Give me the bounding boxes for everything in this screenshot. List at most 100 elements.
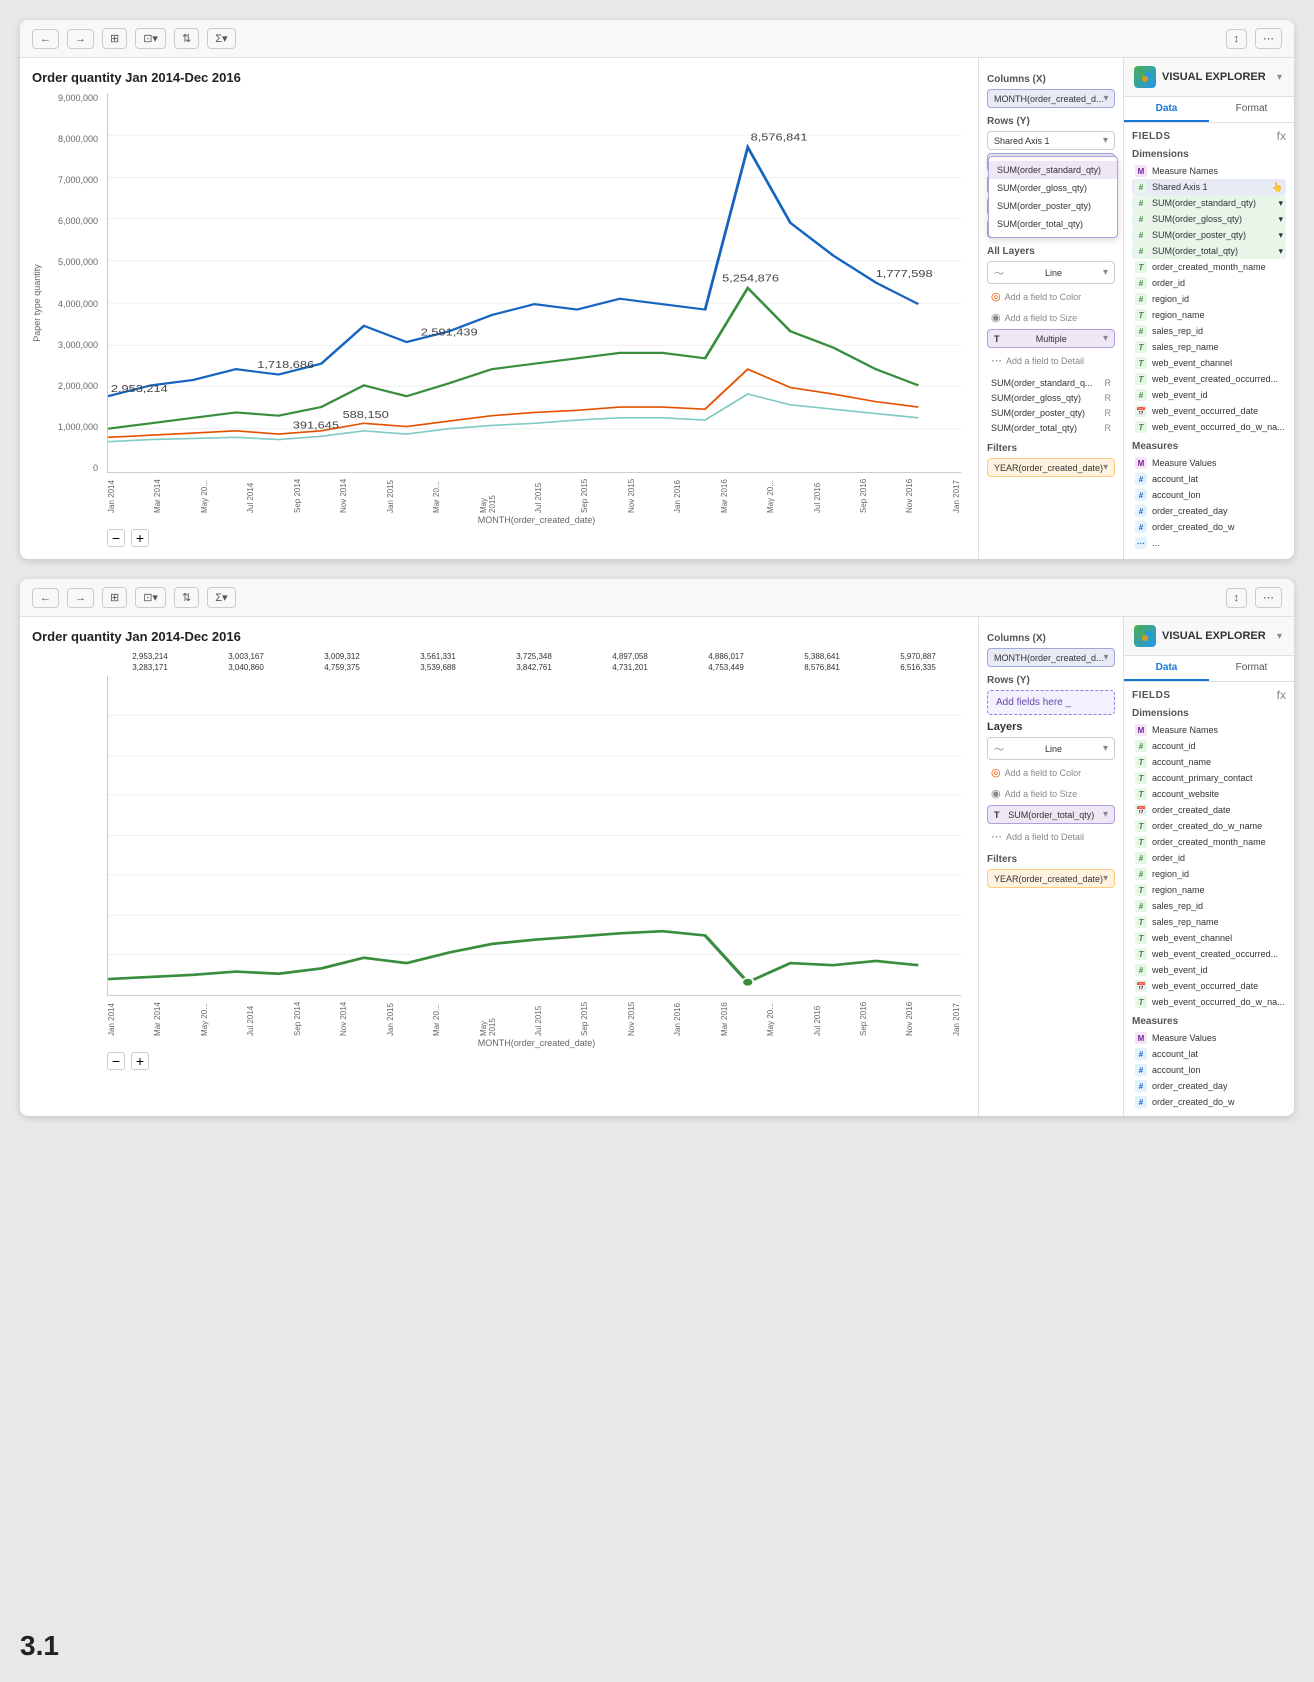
view-btn-2[interactable]: ⊞ xyxy=(102,587,127,608)
more-btn-2[interactable]: ⋯ xyxy=(1255,587,1282,608)
tab-format-1[interactable]: Format xyxy=(1209,97,1294,122)
field-web-channel-2[interactable]: T web_event_channel xyxy=(1132,930,1286,946)
field-order-gloss-1[interactable]: # SUM(order_gloss_qty) ▾ xyxy=(1132,211,1286,227)
field-web-id-1[interactable]: # web_event_id xyxy=(1132,387,1286,403)
forward-btn-2[interactable]: → xyxy=(67,588,94,608)
field-account-id-2[interactable]: # account_id xyxy=(1132,738,1286,754)
layer-type-1[interactable]: 〜 Line ▾ xyxy=(987,261,1115,284)
forward-btn-1[interactable]: → xyxy=(67,29,94,49)
sum-measure-row-4[interactable]: SUM(order_total_qty) R xyxy=(987,421,1115,435)
zoom-minus-2[interactable]: − xyxy=(107,1052,125,1070)
field-measure-values-2[interactable]: M Measure Values xyxy=(1132,1030,1286,1046)
more-btn-1[interactable]: ⋯ xyxy=(1255,28,1282,49)
add-detail-1[interactable]: ⋯ Add a field to Detail xyxy=(987,351,1115,370)
field-web-dow-1[interactable]: T web_event_occurred_do_w_na... xyxy=(1132,419,1286,435)
field-order-id-1[interactable]: # order_id xyxy=(1132,275,1286,291)
field-order-poster-1[interactable]: # SUM(order_poster_qty) ▾ xyxy=(1132,227,1286,243)
rows-add-field-2[interactable]: Add fields here _ xyxy=(987,690,1115,715)
columns-pill-1[interactable]: MONTH(order_created_d... ▾ xyxy=(987,89,1115,108)
field-order-created-day-1[interactable]: # order_created_day xyxy=(1132,503,1286,519)
columns-pill-2[interactable]: MONTH(order_created_d... ▾ xyxy=(987,648,1115,667)
tab-data-1[interactable]: Data xyxy=(1124,97,1209,122)
back-btn-2[interactable]: ← xyxy=(32,588,59,608)
field-account-website-2[interactable]: T account_website xyxy=(1132,786,1286,802)
field-web-date-2[interactable]: 📅 web_event_occurred_date xyxy=(1132,978,1286,994)
edit-btn-2[interactable]: ⊡▾ xyxy=(135,587,166,608)
shared-axis-box-1[interactable]: Shared Axis 1 ▾ SUM(order_standard_qty) … xyxy=(987,131,1115,150)
zoom-plus-1[interactable]: + xyxy=(131,529,149,547)
filter-pill-2[interactable]: YEAR(order_created_date) ▾ xyxy=(987,869,1115,888)
edit-btn-1[interactable]: ⊡▾ xyxy=(135,28,166,49)
sort-btn-2[interactable]: ⇅ xyxy=(174,587,199,608)
field-web-created-2[interactable]: T web_event_created_occurred... xyxy=(1132,946,1286,962)
view-btn-1[interactable]: ⊞ xyxy=(102,28,127,49)
fields-func-btn-2[interactable]: fx xyxy=(1277,688,1286,702)
field-order-created-day-2[interactable]: # order_created_day xyxy=(1132,1078,1286,1094)
chart-plot-1[interactable]: 8,576,841 5,254,876 2,953,214 2,591,439 … xyxy=(107,93,961,473)
fields-func-btn-1[interactable]: fx xyxy=(1277,129,1286,143)
field-measure-names-1[interactable]: M Measure Names xyxy=(1132,163,1286,179)
arrange-btn-2[interactable]: ↕ xyxy=(1226,588,1248,608)
field-more-1[interactable]: ··· ... xyxy=(1132,535,1286,551)
back-btn-1[interactable]: ← xyxy=(32,29,59,49)
sum-btn-1[interactable]: Σ▾ xyxy=(207,28,235,49)
sum-measure-row-2[interactable]: SUM(order_gloss_qty) R xyxy=(987,391,1115,405)
add-size-2[interactable]: ◉ Add a field to Size xyxy=(987,784,1115,803)
field-order-created-dow-2[interactable]: # order_created_do_w xyxy=(1132,1094,1286,1110)
tab-data-2[interactable]: Data xyxy=(1124,656,1209,681)
field-sales-rep-id-1[interactable]: # sales_rep_id xyxy=(1132,323,1286,339)
field-order-total-1[interactable]: # SUM(order_total_qty) ▾ xyxy=(1132,243,1286,259)
field-measure-names-2[interactable]: M Measure Names xyxy=(1132,722,1286,738)
field-order-created-dow-1[interactable]: # order_created_do_w xyxy=(1132,519,1286,535)
add-detail-2[interactable]: ⋯ Add a field to Detail xyxy=(987,827,1115,846)
field-region-name-1[interactable]: T region_name xyxy=(1132,307,1286,323)
chart-plot-2[interactable] xyxy=(107,676,961,996)
field-shared-axis-1[interactable]: # Shared Axis 1 👆 xyxy=(1132,179,1286,195)
explorer-menu-2[interactable]: ▾ xyxy=(1275,631,1284,642)
text-field-1[interactable]: T Multiple ▾ xyxy=(987,329,1115,348)
tab-format-2[interactable]: Format xyxy=(1209,656,1294,681)
text-field-2[interactable]: T SUM(order_total_qty) ▾ xyxy=(987,805,1115,824)
field-web-id-2[interactable]: # web_event_id xyxy=(1132,962,1286,978)
filter-pill-1[interactable]: YEAR(order_created_date) ▾ xyxy=(987,458,1115,477)
field-order-id-2[interactable]: # order_id xyxy=(1132,850,1286,866)
field-web-created-1[interactable]: T web_event_created_occurred... xyxy=(1132,371,1286,387)
add-color-2[interactable]: ◎ Add a field to Color xyxy=(987,763,1115,782)
field-region-name-2[interactable]: T region_name xyxy=(1132,882,1286,898)
shared-axis-item-3[interactable]: SUM(order_poster_qty) xyxy=(989,197,1117,215)
field-account-name-2[interactable]: T account_name xyxy=(1132,754,1286,770)
field-order-standard-1[interactable]: # SUM(order_standard_qty) ▾ xyxy=(1132,195,1286,211)
field-region-id-2[interactable]: # region_id xyxy=(1132,866,1286,882)
field-month-name-1[interactable]: T order_created_month_name xyxy=(1132,259,1286,275)
field-account-lat-2[interactable]: # account_lat xyxy=(1132,1046,1286,1062)
field-order-created-dow-name-2[interactable]: T order_created_do_w_name xyxy=(1132,818,1286,834)
field-web-date-1[interactable]: 📅 web_event_occurred_date xyxy=(1132,403,1286,419)
shared-axis-item-4[interactable]: SUM(order_total_qty) xyxy=(989,215,1117,233)
field-account-contact-2[interactable]: T account_primary_contact xyxy=(1132,770,1286,786)
arrange-btn-1[interactable]: ↕ xyxy=(1226,29,1248,49)
shared-axis-item-1[interactable]: SUM(order_standard_qty) xyxy=(989,161,1117,179)
zoom-minus-1[interactable]: − xyxy=(107,529,125,547)
add-color-1[interactable]: ◎ Add a field to Color xyxy=(987,287,1115,306)
field-sales-rep-id-2[interactable]: # sales_rep_id xyxy=(1132,898,1286,914)
layer-type-2[interactable]: 〜 Line ▾ xyxy=(987,737,1115,760)
sum-btn-2[interactable]: Σ▾ xyxy=(207,587,235,608)
field-region-id-1[interactable]: # region_id xyxy=(1132,291,1286,307)
field-sales-rep-name-1[interactable]: T sales_rep_name xyxy=(1132,339,1286,355)
sort-btn-1[interactable]: ⇅ xyxy=(174,28,199,49)
zoom-plus-2[interactable]: + xyxy=(131,1052,149,1070)
field-order-month-name-2[interactable]: T order_created_month_name xyxy=(1132,834,1286,850)
shared-axis-item-2[interactable]: SUM(order_gloss_qty) xyxy=(989,179,1117,197)
sum-measure-row-1[interactable]: SUM(order_standard_q... R xyxy=(987,376,1115,390)
field-account-lon-2[interactable]: # account_lon xyxy=(1132,1062,1286,1078)
add-size-1[interactable]: ◉ Add a field to Size xyxy=(987,308,1115,327)
field-web-channel-1[interactable]: T web_event_channel xyxy=(1132,355,1286,371)
field-order-created-date-2[interactable]: 📅 order_created_date xyxy=(1132,802,1286,818)
field-sales-rep-name-2[interactable]: T sales_rep_name xyxy=(1132,914,1286,930)
field-measure-values-1[interactable]: M Measure Values xyxy=(1132,455,1286,471)
field-account-lon-1[interactable]: # account_lon xyxy=(1132,487,1286,503)
sum-measure-row-3[interactable]: SUM(order_poster_qty) R xyxy=(987,406,1115,420)
field-account-lat-1[interactable]: # account_lat xyxy=(1132,471,1286,487)
explorer-menu-1[interactable]: ▾ xyxy=(1275,72,1284,83)
field-web-dow-2[interactable]: T web_event_occurred_do_w_na... xyxy=(1132,994,1286,1010)
